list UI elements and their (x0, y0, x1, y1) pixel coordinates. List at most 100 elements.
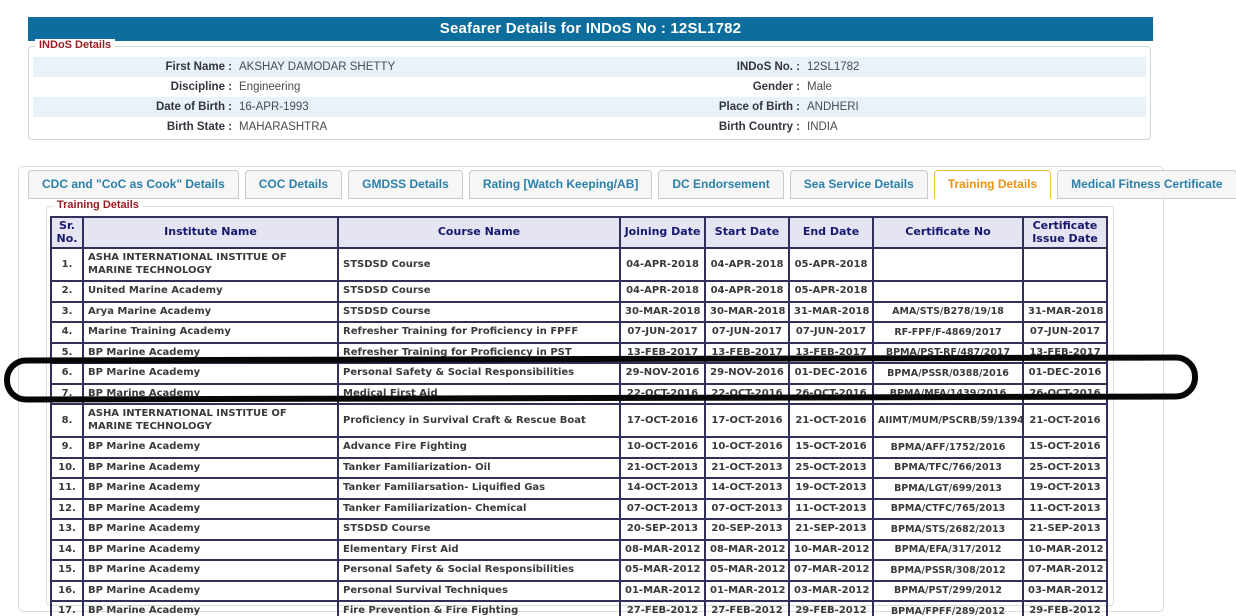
cell-course: Personal Survival Techniques (338, 581, 620, 602)
cell-sr: 13. (51, 519, 83, 540)
cell-end-date: 26-OCT-2016 (789, 384, 873, 405)
cell-end-date: 21-SEP-2013 (789, 519, 873, 540)
cell-certificate-no: BPMA/EFA/317/2012 (873, 540, 1023, 561)
table-row: 8.ASHA INTERNATIONAL INSTITUE OF MARINE … (51, 404, 1107, 437)
cell-course: STSDSD Course (338, 281, 620, 302)
tab-label: Training Details (948, 177, 1037, 191)
tab-label: CDC and "CoC as Cook" Details (42, 177, 225, 191)
tab-training-details[interactable]: Training Details (934, 170, 1051, 199)
cell-end-date: 07-JUN-2017 (789, 322, 873, 343)
column-header: Certificate Issue Date (1023, 217, 1107, 248)
table-row: 10.BP Marine AcademyTanker Familiarizati… (51, 458, 1107, 479)
cell-certificate-no: BPMA/TFC/766/2013 (873, 458, 1023, 479)
column-header: Course Name (338, 217, 620, 248)
field-label: Place of Birth : (595, 101, 807, 113)
tab-rating-watch-keeping-ab[interactable]: Rating [Watch Keeping/AB] (469, 170, 653, 199)
details-tab-panel: CDC and "CoC as Cook" Details COC Details… (18, 166, 1164, 612)
cell-course: Tanker Familiarsation- Liquified Gas (338, 478, 620, 499)
cell-end-date: 11-OCT-2013 (789, 499, 873, 520)
cell-joining-date: 17-OCT-2016 (620, 404, 705, 437)
field-value: 12SL1782 (807, 61, 1146, 73)
cell-certificate-issue-date: 21-SEP-2013 (1023, 519, 1107, 540)
column-header: Sr. No. (51, 217, 83, 248)
cell-joining-date: 21-OCT-2013 (620, 458, 705, 479)
cell-institute: BP Marine Academy (83, 384, 338, 405)
cell-course: Tanker Familiarization- Oil (338, 458, 620, 479)
cell-end-date: 13-FEB-2017 (789, 343, 873, 364)
cell-certificate-issue-date (1023, 248, 1107, 281)
cell-course: Advance Fire Fighting (338, 437, 620, 458)
cell-joining-date: 05-MAR-2012 (620, 560, 705, 581)
cell-end-date: 15-OCT-2016 (789, 437, 873, 458)
cell-end-date: 29-FEB-2012 (789, 601, 873, 616)
cell-sr: 4. (51, 322, 83, 343)
cell-certificate-issue-date: 03-MAR-2012 (1023, 581, 1107, 602)
table-row: 3.Arya Marine AcademySTSDSD Course30-MAR… (51, 302, 1107, 323)
cell-sr: 3. (51, 302, 83, 323)
cell-sr: 10. (51, 458, 83, 479)
cell-end-date: 10-MAR-2012 (789, 540, 873, 561)
cell-start-date: 22-OCT-2016 (705, 384, 789, 405)
cell-joining-date: 08-MAR-2012 (620, 540, 705, 561)
field-value: ANDHERI (807, 101, 1146, 113)
cell-start-date: 05-MAR-2012 (705, 560, 789, 581)
cell-joining-date: 04-APR-2018 (620, 248, 705, 281)
cell-certificate-issue-date: 11-OCT-2013 (1023, 499, 1107, 520)
indos-details-legend: INDoS Details (35, 39, 115, 51)
table-row: 2.United Marine AcademySTSDSD Course04-A… (51, 281, 1107, 302)
cell-institute: BP Marine Academy (83, 363, 338, 384)
cell-joining-date: 10-OCT-2016 (620, 437, 705, 458)
cell-certificate-no (873, 281, 1023, 302)
cell-institute: Marine Training Academy (83, 322, 338, 343)
cell-institute: BP Marine Academy (83, 458, 338, 479)
tab-dc-endorsement[interactable]: DC Endorsement (658, 170, 783, 199)
cell-institute: ASHA INTERNATIONAL INSTITUE OF MARINE TE… (83, 404, 338, 437)
cell-institute: ASHA INTERNATIONAL INSTITUE OF MARINE TE… (83, 248, 338, 281)
tab-cdc-and-coc-as-cook-details[interactable]: CDC and "CoC as Cook" Details (28, 170, 239, 199)
cell-start-date: 10-OCT-2016 (705, 437, 789, 458)
cell-certificate-issue-date: 07-JUN-2017 (1023, 322, 1107, 343)
cell-institute: BP Marine Academy (83, 437, 338, 458)
cell-course: Fire Prevention & Fire Fighting (338, 601, 620, 616)
table-row: 13.BP Marine AcademySTSDSD Course20-SEP-… (51, 519, 1107, 540)
tab-label: COC Details (259, 177, 328, 191)
training-details-legend: Training Details (53, 199, 143, 211)
tab-coc-details[interactable]: COC Details (245, 170, 342, 199)
tab-gmdss-details[interactable]: GMDSS Details (348, 170, 463, 199)
table-row: 15.BP Marine AcademyPersonal Safety & So… (51, 560, 1107, 581)
field-label: Birth State : (33, 121, 239, 133)
cell-sr: 16. (51, 581, 83, 602)
indos-detail-row: Discipline : Engineering Gender : Male (33, 77, 1146, 97)
indos-details-grid: First Name : AKSHAY DAMODAR SHETTY INDoS… (33, 57, 1146, 137)
cell-certificate-issue-date: 10-MAR-2012 (1023, 540, 1107, 561)
field-label: Date of Birth : (33, 101, 239, 113)
cell-institute: BP Marine Academy (83, 601, 338, 616)
cell-course: STSDSD Course (338, 519, 620, 540)
tab-medical-fitness-certificate[interactable]: Medical Fitness Certificate (1057, 170, 1236, 199)
field-value: Male (807, 81, 1146, 93)
table-row: 14.BP Marine AcademyElementary First Aid… (51, 540, 1107, 561)
field-value: MAHARASHTRA (239, 121, 595, 133)
column-header: Institute Name (83, 217, 338, 248)
tab-bar: CDC and "CoC as Cook" Details COC Details… (28, 170, 1236, 199)
cell-certificate-issue-date: 19-OCT-2013 (1023, 478, 1107, 499)
cell-sr: 12. (51, 499, 83, 520)
cell-certificate-no: BPMA/PSSR/0388/2016 (873, 363, 1023, 384)
cell-end-date: 25-OCT-2013 (789, 458, 873, 479)
tab-label: Medical Fitness Certificate (1071, 177, 1222, 191)
field-value: 16-APR-1993 (239, 101, 595, 113)
field-label: Birth Country : (595, 121, 807, 133)
indos-details-section: INDoS Details First Name : AKSHAY DAMODA… (28, 46, 1151, 140)
cell-certificate-no: BPMA/PSSR/308/2012 (873, 560, 1023, 581)
cell-certificate-no: BPMA/AFF/1752/2016 (873, 437, 1023, 458)
cell-joining-date: 04-APR-2018 (620, 281, 705, 302)
table-row: 16.BP Marine AcademyPersonal Survival Te… (51, 581, 1107, 602)
cell-course: STSDSD Course (338, 302, 620, 323)
cell-institute: United Marine Academy (83, 281, 338, 302)
cell-start-date: 29-NOV-2016 (705, 363, 789, 384)
tab-sea-service-details[interactable]: Sea Service Details (790, 170, 928, 199)
tab-label: Sea Service Details (804, 177, 914, 191)
column-header: Joining Date (620, 217, 705, 248)
cell-joining-date: 07-JUN-2017 (620, 322, 705, 343)
cell-start-date: 14-OCT-2013 (705, 478, 789, 499)
